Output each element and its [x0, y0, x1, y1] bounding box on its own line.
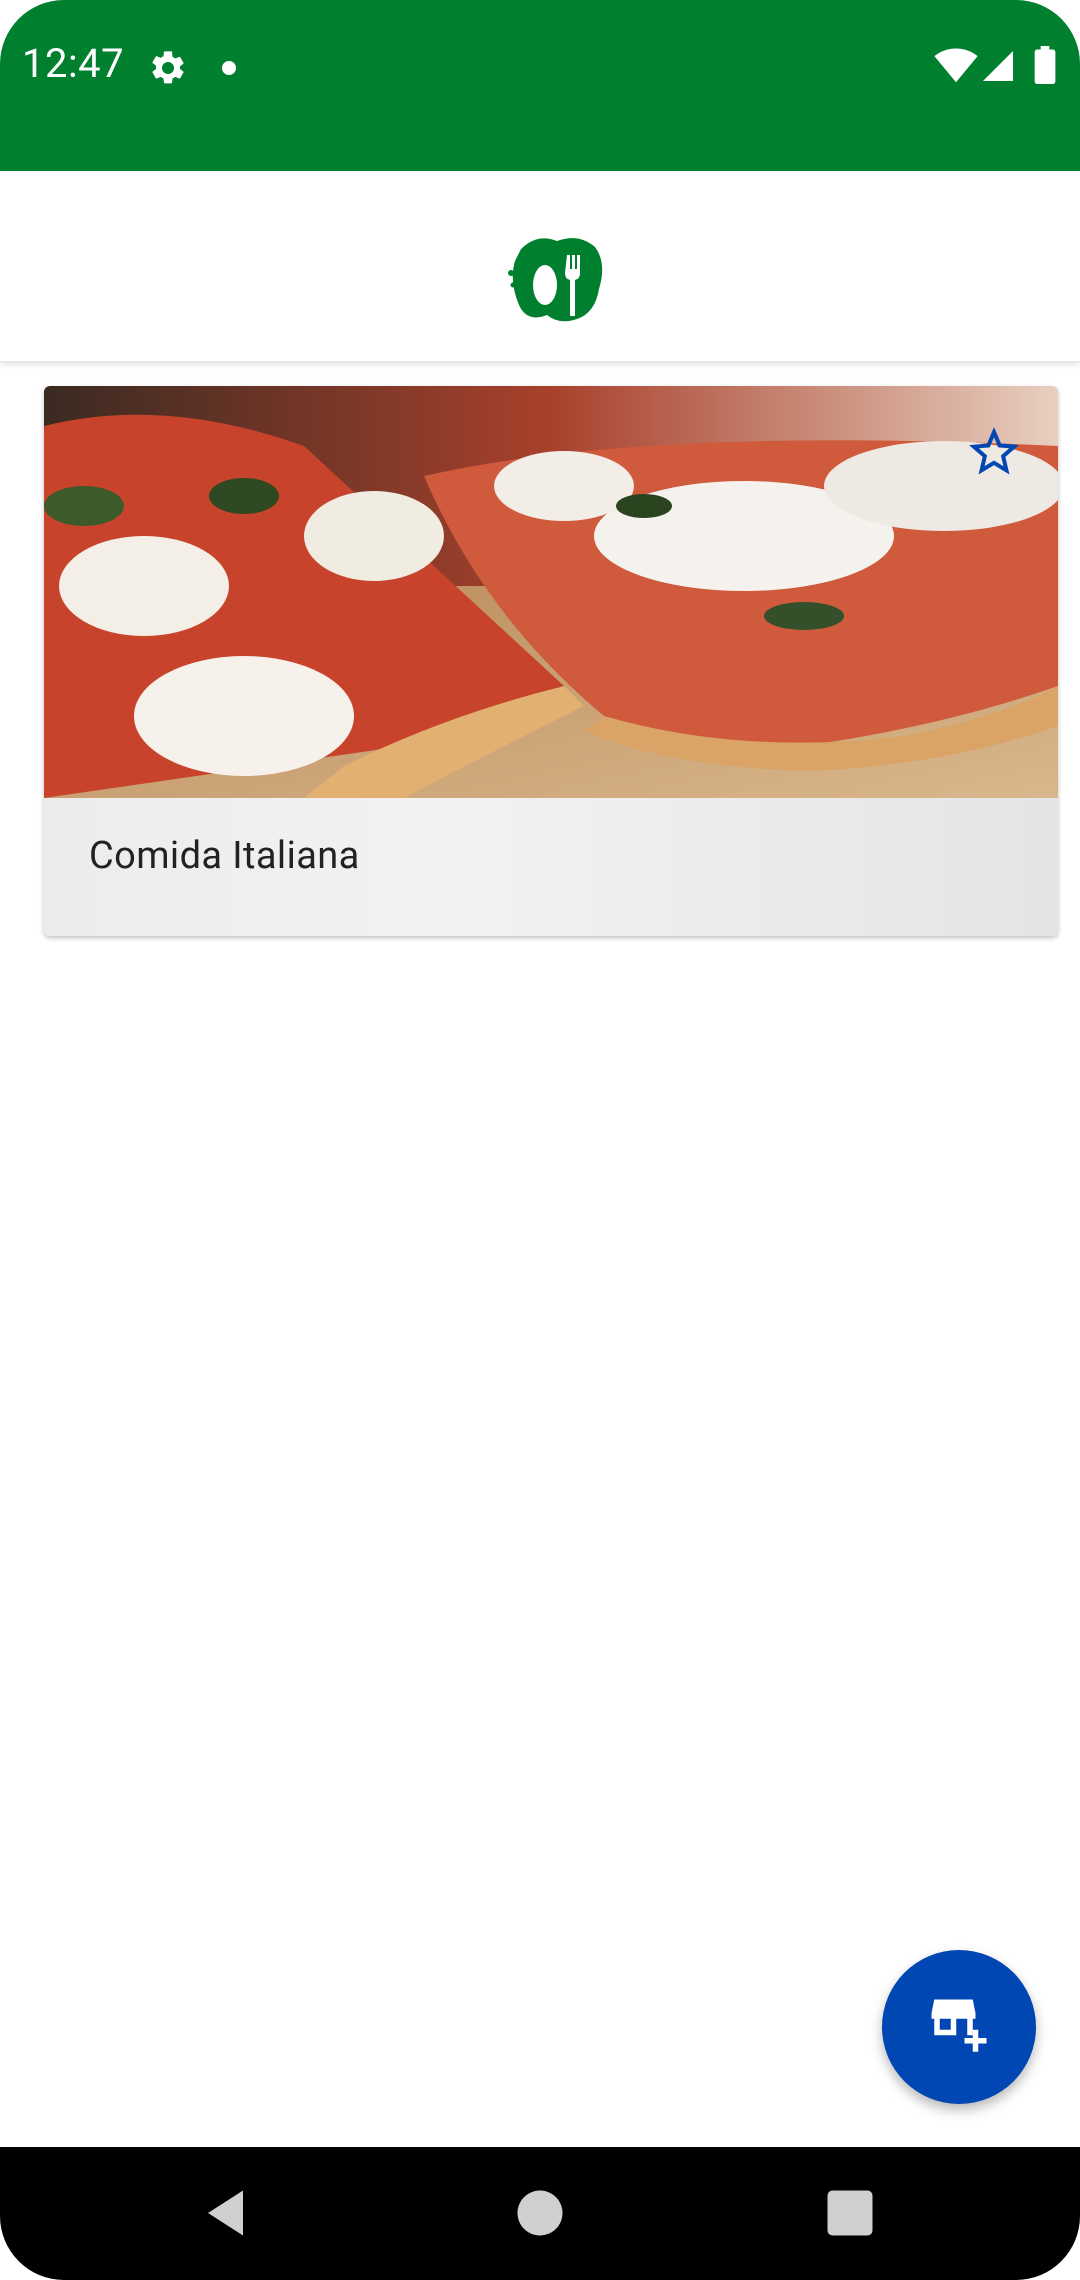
card-footer: Comida Italiana — [44, 798, 1058, 936]
home-icon — [517, 2190, 563, 2236]
gear-icon — [152, 51, 184, 84]
app-bar — [0, 171, 1080, 362]
restaurant-card[interactable]: Comida Italiana — [44, 386, 1058, 936]
star-outline-icon[interactable] — [964, 422, 1024, 482]
navigation-bar — [0, 2147, 1080, 2280]
back-icon — [208, 2190, 243, 2236]
home-button[interactable] — [480, 2147, 600, 2280]
notification-dot-icon — [222, 61, 236, 75]
recents-button[interactable] — [790, 2147, 910, 2280]
status-time: 12:47 — [22, 40, 125, 87]
back-button[interactable] — [168, 2147, 288, 2280]
restaurant-name: Comida Italiana — [89, 834, 360, 878]
add-store-icon — [931, 1999, 987, 2052]
recents-icon — [827, 2190, 873, 2236]
signal-icon — [983, 51, 1013, 81]
restaurant-logo-icon — [508, 238, 603, 322]
wifi-icon — [934, 48, 978, 83]
status-bar: 12:47 — [0, 0, 1080, 171]
battery-icon — [1034, 46, 1056, 84]
add-restaurant-fab[interactable] — [882, 1950, 1036, 2104]
pizza-photo — [44, 386, 1058, 798]
